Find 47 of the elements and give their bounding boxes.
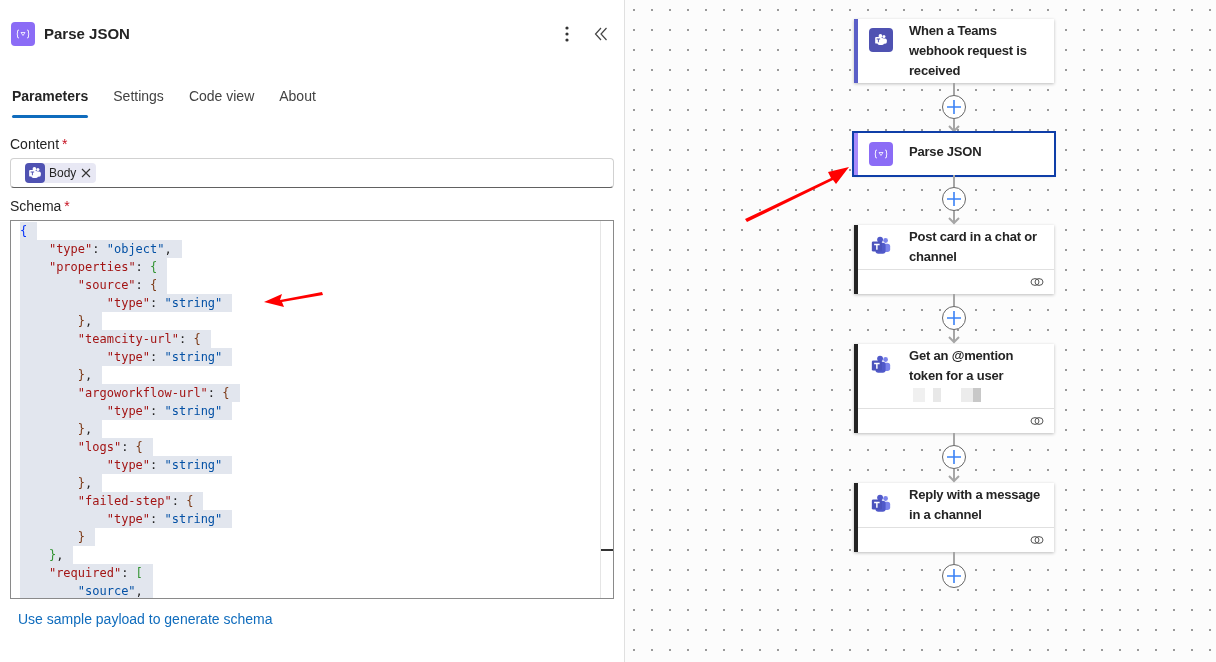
plus-icon [947, 450, 961, 464]
add-step-button[interactable] [942, 564, 966, 588]
connector-arrow [948, 469, 960, 483]
step-title: Reply with a message in a channel [909, 486, 1042, 524]
body-token[interactable]: Body [25, 163, 97, 183]
tab[interactable]: Settings [113, 68, 164, 124]
tab[interactable]: Code view [188, 68, 255, 124]
content-field[interactable]: Body [10, 158, 614, 188]
token-label: Body [49, 165, 77, 182]
add-step-button[interactable] [942, 306, 966, 330]
required-mark: * [62, 134, 68, 154]
flow-step-card[interactable]: Post card in a chat or channel [854, 225, 1054, 294]
step-title: Get an @mention token for a user [909, 347, 1015, 385]
plus-icon [947, 100, 961, 114]
required-mark: * [64, 196, 70, 216]
flow-step-card[interactable]: Reply with a message in a channel [854, 483, 1054, 552]
plus-icon [947, 311, 961, 325]
tab[interactable]: About [279, 68, 316, 124]
connector-arrow [948, 330, 960, 344]
add-step-button[interactable] [942, 187, 966, 211]
plus-icon [947, 192, 961, 206]
field-label: Content [10, 134, 60, 154]
remove-icon[interactable] [81, 168, 92, 178]
step-title: Post card in a chat or channel [909, 228, 1038, 266]
flow-step-card[interactable]: Get an @mention token for a user [854, 344, 1054, 433]
scrollbar[interactable] [600, 221, 613, 598]
generate-schema-link[interactable]: Use sample payload to generate schema [18, 609, 273, 630]
connector-arrow [948, 119, 960, 133]
teams-icon [25, 163, 45, 183]
parse-json-icon [869, 142, 893, 166]
panel-title: Parse JSON [44, 23, 130, 44]
step-title: Parse JSON [909, 143, 982, 161]
tab[interactable]: Parameters [12, 68, 89, 124]
teams-icon [869, 28, 893, 52]
link-icon [1030, 535, 1044, 545]
field-label: Schema [10, 196, 62, 216]
plus-icon [947, 569, 961, 583]
schema-editor[interactable] [10, 220, 614, 599]
flow-step-card[interactable]: When a Teams webhook request is received [854, 19, 1054, 83]
parse-json-icon [11, 22, 35, 46]
link-icon [1030, 416, 1044, 426]
flow-step-card[interactable]: Parse JSON [854, 133, 1054, 175]
add-step-button[interactable] [942, 445, 966, 469]
step-title: When a Teams webhook request is received [909, 22, 1028, 80]
link-icon [1030, 277, 1044, 287]
add-step-button[interactable] [942, 95, 966, 119]
connector-arrow [948, 211, 960, 225]
